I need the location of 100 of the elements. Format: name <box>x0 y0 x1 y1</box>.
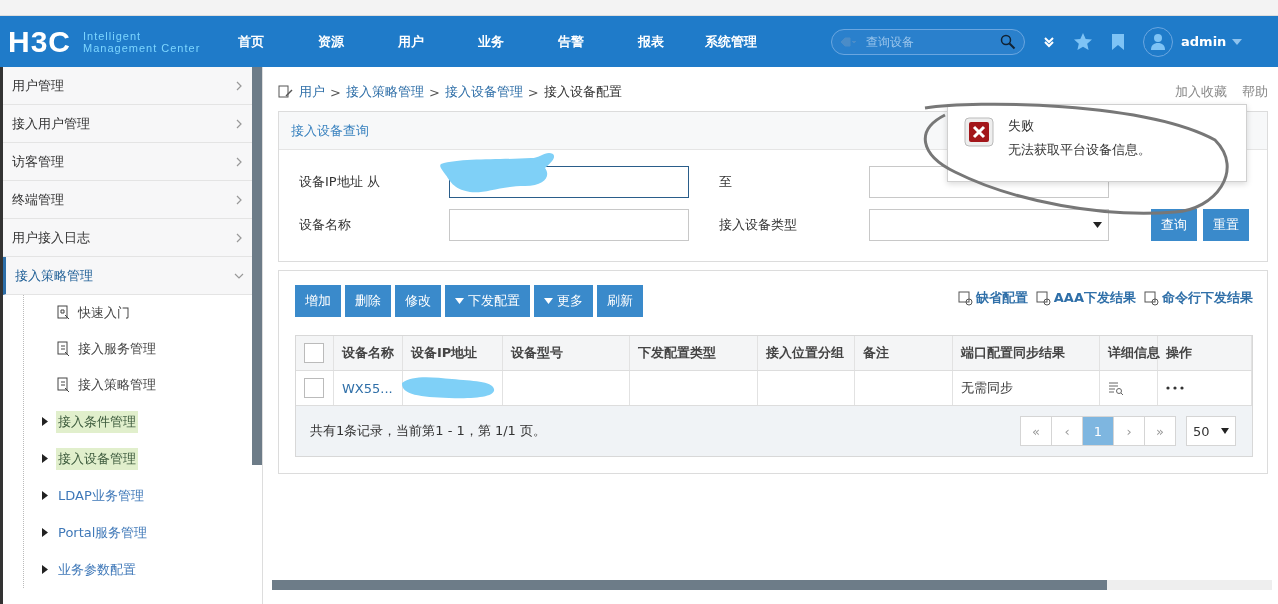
breadcrumb-link[interactable]: 接入策略管理 <box>345 83 424 101</box>
field-label: 接入设备类型 <box>719 216 798 234</box>
select-all-checkbox[interactable] <box>304 343 324 363</box>
more-icon[interactable] <box>1166 386 1184 390</box>
column-header: 设备名称 <box>334 336 403 370</box>
chevron-right-icon <box>234 194 244 205</box>
chevron-right-icon <box>234 232 244 243</box>
toolbar-link[interactable]: 缺省配置 <box>957 289 1028 307</box>
nav-menu-item[interactable]: 资源 <box>291 32 371 51</box>
toolbar-link[interactable]: 命令行下发结果 <box>1144 289 1253 307</box>
sidebar-item[interactable]: 接入策略管理 <box>3 257 252 295</box>
triangle-icon <box>42 417 48 426</box>
toast-message: 无法获取平台设备信息。 <box>1008 141 1151 159</box>
column-header: 备注 <box>855 336 953 370</box>
nav-menu-item[interactable]: 报表 <box>611 32 691 51</box>
search-input[interactable]: 查询设备 <box>864 33 994 50</box>
tools-icon <box>278 84 294 100</box>
tag-icon <box>840 36 858 47</box>
toolbar-button[interactable]: 更多 <box>534 285 593 317</box>
triangle-icon <box>42 565 48 574</box>
caret-icon <box>1232 38 1243 45</box>
document-icon <box>1035 290 1052 306</box>
column-header: 详细信息 <box>1100 336 1158 370</box>
document-icon <box>56 377 72 393</box>
logo-tagline: Intelligent <box>83 29 143 42</box>
last-page-button[interactable]: » <box>1144 416 1176 446</box>
first-page-button[interactable]: « <box>1020 416 1052 446</box>
nav-menu-item[interactable]: 用户 <box>371 32 451 51</box>
document-icon <box>56 341 72 357</box>
nav-menu-item[interactable]: 首页 <box>211 32 291 51</box>
nav-menu-item[interactable]: 系统管理 <box>691 32 771 51</box>
sidebar-item[interactable]: 用户管理 <box>3 67 252 105</box>
query-button[interactable]: 重置 <box>1203 209 1249 241</box>
tree-item[interactable]: 快速入门 <box>44 295 252 331</box>
logo-tagline: Management Center <box>83 41 202 54</box>
scrollbar[interactable] <box>252 67 262 465</box>
toolbar-link[interactable]: AAA下发结果 <box>1035 289 1136 307</box>
bookmark-icon[interactable] <box>1111 32 1125 51</box>
nav-menu-item[interactable]: 告警 <box>531 32 611 51</box>
details-icon[interactable] <box>1108 381 1124 395</box>
column-header: 接入位置分组 <box>758 336 855 370</box>
tree-item[interactable]: 接入策略管理 <box>44 367 252 403</box>
next-page-button[interactable]: › <box>1113 416 1145 446</box>
document-icon <box>957 290 974 306</box>
breadcrumb-link[interactable]: 接入设备管理 <box>444 83 523 101</box>
query-button[interactable]: 查询 <box>1151 209 1197 241</box>
sidebar-item[interactable]: 用户接入日志 <box>3 219 252 257</box>
error-icon <box>964 117 994 147</box>
chevron-right-icon <box>234 118 244 129</box>
document-icon <box>56 305 72 321</box>
select-field[interactable] <box>869 209 1109 241</box>
tree-item[interactable]: Portal服务管理 <box>56 521 150 544</box>
sidebar-item[interactable]: 终端管理 <box>3 181 252 219</box>
sidebar-item[interactable]: 接入用户管理 <box>3 105 252 143</box>
tree-item[interactable]: 接入设备管理 <box>56 447 138 470</box>
chevron-right-icon <box>234 156 244 167</box>
tree-item[interactable]: 接入条件管理 <box>56 410 138 433</box>
triangle-icon <box>42 454 48 463</box>
field-label: 至 <box>719 173 733 191</box>
nav-menu-item[interactable]: 业务 <box>451 32 531 51</box>
tree-item[interactable]: 接入服务管理 <box>44 331 252 367</box>
column-header: 设备型号 <box>503 336 630 370</box>
previous-page-button[interactable]: ‹ <box>1051 416 1083 446</box>
device-name-link[interactable]: WX55... <box>342 380 393 396</box>
breadcrumb-separator: > <box>527 84 539 100</box>
document-icon <box>1144 290 1160 306</box>
breadcrumb-separator: > <box>428 84 440 100</box>
triangle-icon <box>42 491 48 500</box>
logo: H3C <box>8 24 71 59</box>
record-summary: 共有1条记录，当前第1 - 1，第 1/1 页。 <box>310 422 546 440</box>
column-header: 下发配置类型 <box>630 336 758 370</box>
toast-title: 失败 <box>1008 117 1035 135</box>
search-field[interactable]: 查询设备 <box>831 28 1025 55</box>
field-label: 设备名称 <box>299 216 352 234</box>
header-link[interactable]: 帮助 <box>1242 83 1268 101</box>
tree-item[interactable]: LDAP业务管理 <box>56 484 146 507</box>
tree-item[interactable]: 业务参数配置 <box>56 558 138 581</box>
table-cell: 无需同步 <box>961 379 1013 397</box>
double-chevron-icon[interactable] <box>1043 35 1055 48</box>
breadcrumb-link[interactable]: 用户 <box>299 83 325 101</box>
sidebar-item[interactable]: 访客管理 <box>3 143 252 181</box>
page-size-select[interactable]: 50 <box>1186 416 1236 446</box>
breadcrumb-current: 接入设备配置 <box>543 83 622 101</box>
search-icon[interactable] <box>1000 33 1016 50</box>
chevron-right-icon <box>234 80 244 91</box>
toolbar-button[interactable]: 刷新 <box>597 285 643 317</box>
row-checkbox[interactable] <box>304 378 324 398</box>
column-header: 设备IP地址 <box>403 336 503 370</box>
dropdown-arrow-icon <box>1221 428 1229 434</box>
toolbar-button[interactable]: 下发配置 <box>445 285 530 317</box>
header-link[interactable]: 加入收藏 <box>1175 83 1227 101</box>
user-menu[interactable]: admin <box>1181 34 1243 49</box>
toolbar-button[interactable]: 删除 <box>345 285 391 317</box>
caret-icon <box>455 298 464 304</box>
horizontal-scrollbar[interactable] <box>272 580 1272 590</box>
caret-icon <box>544 298 553 304</box>
breadcrumb-separator: > <box>330 84 341 100</box>
star-icon[interactable] <box>1073 31 1093 52</box>
toolbar-button[interactable]: 增加 <box>295 285 341 317</box>
toolbar-button[interactable]: 修改 <box>395 285 441 317</box>
